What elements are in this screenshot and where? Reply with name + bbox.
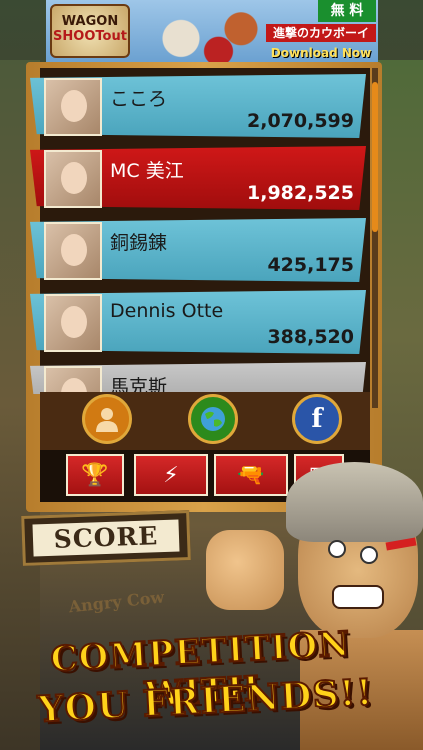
- banner-characters: [136, 0, 286, 64]
- player-score: 1,982,525: [247, 182, 354, 204]
- leaderboard-row[interactable]: こころ 2,070,599: [30, 72, 370, 140]
- player-name: 馬克斯: [110, 376, 168, 394]
- avatar: [44, 78, 102, 136]
- game-logo: WAGON SHOOTout: [50, 4, 130, 58]
- character-eye: [360, 546, 378, 564]
- trophy-icon: 🏆: [81, 462, 109, 488]
- avatar: [44, 222, 102, 280]
- leaderboard-row[interactable]: 銅錫錬 425,175: [30, 216, 370, 284]
- person-icon: [96, 408, 118, 432]
- character-eye: [328, 540, 346, 558]
- leaderboard-row[interactable]: Dennis Otte 388,520: [30, 288, 370, 356]
- globe-icon: [201, 407, 225, 431]
- leaderboard-row[interactable]: 馬克斯: [30, 360, 370, 394]
- tab-trophy[interactable]: 🏆: [66, 454, 124, 496]
- download-now-link[interactable]: Download Now: [266, 44, 376, 62]
- avatar: [44, 150, 102, 208]
- score-sign-label: SCORE: [32, 519, 180, 557]
- player-score: 388,520: [267, 326, 354, 348]
- tab-guns[interactable]: 🔫: [214, 454, 288, 496]
- lightning-icon: ⚡: [163, 462, 179, 488]
- logo-line1: WAGON: [61, 14, 119, 29]
- player-name: こころ: [110, 88, 168, 110]
- player-score: 425,175: [267, 254, 354, 276]
- ad-banner[interactable]: WAGON SHOOTout 無 料 進撃のカウボーイ Download Now: [46, 0, 378, 66]
- tab-lightning[interactable]: ⚡: [134, 454, 208, 496]
- player-name: 銅錫錬: [110, 232, 168, 254]
- facebook-button[interactable]: f: [292, 394, 342, 444]
- avatar: [44, 294, 102, 352]
- character-mouth: [332, 585, 384, 609]
- player-name: MC 美江: [110, 160, 184, 182]
- leaderboard-row-current[interactable]: MC 美江 1,982,525: [30, 144, 370, 212]
- player-score: 2,070,599: [247, 110, 354, 132]
- guns-icon: 🔫: [237, 462, 265, 488]
- facebook-icon: f: [311, 404, 323, 434]
- character-hair: [286, 462, 423, 542]
- scrollbar-thumb[interactable]: [372, 82, 378, 232]
- player-name: Dennis Otte: [110, 300, 224, 322]
- banner-promo-text: 進撃のカウボーイ: [266, 24, 376, 42]
- avatar: [44, 366, 102, 394]
- score-sign[interactable]: SCORE: [21, 510, 191, 566]
- profile-button[interactable]: [82, 394, 132, 444]
- character-fist: [206, 530, 284, 610]
- free-badge: 無 料: [318, 0, 376, 22]
- world-leaderboard-button[interactable]: [188, 394, 238, 444]
- logo-line2: SHOOTout: [53, 29, 127, 44]
